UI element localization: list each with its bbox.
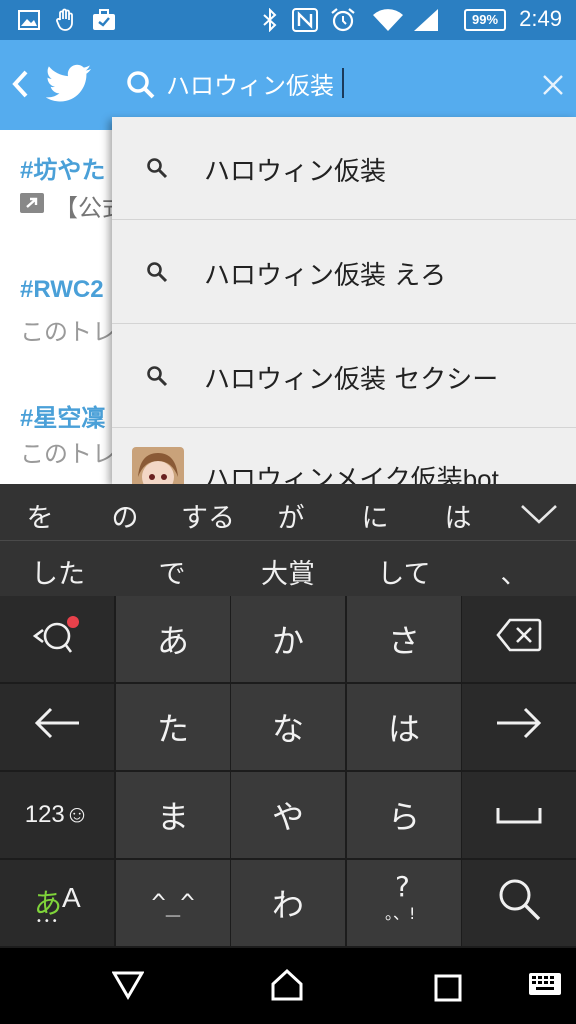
trend-description: このトレ [20,440,116,468]
search-icon [146,365,168,391]
candidate-word[interactable]: 、 [501,552,528,591]
hand-icon [54,8,78,32]
wifi-icon [372,8,404,32]
text-caret [342,68,344,98]
candidate-word[interactable]: した [31,552,85,591]
search-icon [126,70,156,104]
mode-alpha-label: A [62,882,81,913]
avatar [132,447,184,484]
key-wa[interactable]: わ [231,860,345,946]
key-ya[interactable]: や [231,772,345,858]
search-input[interactable]: ハロウィン仮装 [166,66,334,101]
search-icon [146,157,168,183]
search-icon [146,261,168,287]
candidate-word[interactable]: 大賞 [261,552,315,591]
input-mode-key[interactable]: あ A ••• [0,860,114,946]
arrow-right-icon [495,707,543,747]
suggestion-text: ハロウィン仮装 [204,157,387,187]
emoji-search-key[interactable] [0,596,114,682]
punctuation-marks: 。、! [385,904,416,923]
promoted-arrow-icon [20,193,44,217]
search-key[interactable] [462,860,576,946]
status-time: 2:49 [519,6,562,31]
space-icon [496,796,542,834]
key-ra[interactable]: ら [347,772,461,858]
nfc-icon [292,8,318,32]
numeric-mode-key[interactable]: 123☺ [0,772,114,858]
candidate-word[interactable]: を [27,496,54,535]
suggestion-text: ハロウィン仮装 えろ [204,261,447,291]
recent-apps-icon[interactable] [434,974,462,1006]
search-icon [495,875,543,931]
alarm-icon [330,8,356,32]
suggestion-item[interactable]: ハロウィン仮装 セクシー [112,325,576,428]
key-ta[interactable]: た [116,684,230,770]
signal-icon [412,8,440,32]
candidate-word[interactable]: が [278,496,305,535]
keyboard: あ か さ た な は 123☺ ま や ら あ A ••• ^_^ わ ? 。… [0,596,576,948]
key-a[interactable]: あ [116,596,230,682]
bluetooth-icon [262,8,278,32]
navigation-bar [0,948,576,1024]
key-ma[interactable]: ま [116,772,230,858]
home-icon[interactable] [270,968,304,1006]
status-bar: 99% 2:49 [0,0,576,40]
chat-bubble-icon [29,612,85,666]
candidate-word[interactable]: して [377,552,430,591]
candidate-word[interactable]: で [159,552,186,591]
twitter-bird-icon[interactable] [45,64,92,108]
suggestion-item[interactable]: ハロウィン仮装 [112,117,576,220]
backspace-key[interactable] [462,596,576,682]
candidate-word[interactable]: の [112,496,139,535]
briefcase-icon [92,8,116,32]
back-chevron-icon[interactable] [10,68,30,104]
space-key[interactable] [462,772,576,858]
candidate-word[interactable]: に [362,496,389,535]
expand-candidates-chevron-icon[interactable] [520,502,558,530]
mode-more-dots: ••• [36,916,60,927]
emoticon-key[interactable]: ^_^ [116,860,230,946]
suggestion-text: ハロウィン仮装 セクシー [204,365,499,395]
back-icon[interactable] [111,970,145,1004]
backspace-icon [496,618,542,660]
trend-description: このトレ [20,318,116,346]
battery-icon: 99% [464,9,506,31]
trend-hashtag: #坊やた [20,157,106,184]
key-ka[interactable]: か [231,596,345,682]
punctuation-key[interactable]: ? 。、! [347,860,461,946]
cursor-left-key[interactable] [0,684,114,770]
arrow-left-icon [33,707,81,747]
clear-search-icon[interactable] [542,74,564,100]
suggestion-item[interactable]: ハロウィン仮装 えろ [112,221,576,324]
trend-hashtag: #RWC2 [20,276,104,303]
key-sa[interactable]: さ [347,596,461,682]
image-icon [18,8,40,32]
keyboard-icon[interactable] [528,972,562,1002]
candidate-word[interactable]: は [445,496,472,535]
punctuation-question: ? [395,870,410,903]
suggestion-user-item[interactable]: ハロウィンメイク仮装bot [112,429,576,484]
key-ha[interactable]: は [347,684,461,770]
trend-hashtag: #星空凜 [20,405,106,432]
search-suggestions: ハロウィン仮装 ハロウィン仮装 えろ ハロウィン仮装 セクシー ハロウィンメイク… [112,117,576,484]
suggestion-user-name: ハロウィンメイク仮装bot [204,464,499,484]
key-na[interactable]: な [231,684,345,770]
candidate-word[interactable]: する [181,496,235,535]
divider [0,540,576,541]
cursor-right-key[interactable] [462,684,576,770]
